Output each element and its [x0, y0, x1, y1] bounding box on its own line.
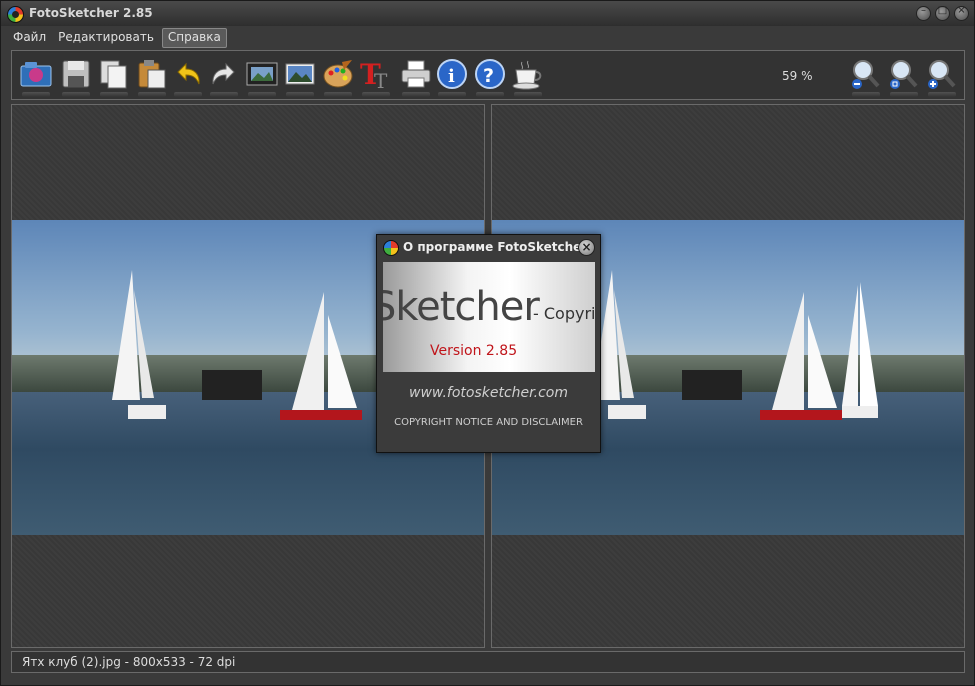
help-icon: ? [475, 59, 505, 89]
version-label: Version 2.85 [430, 343, 518, 359]
print-button[interactable] [400, 58, 432, 97]
zoom-in-button[interactable] [926, 58, 958, 97]
paste-icon [138, 60, 166, 89]
menu-edit[interactable]: Редактировать [54, 28, 158, 48]
undo-icon [177, 62, 200, 85]
banner-logo: Sketcher [383, 284, 540, 330]
zoom-in-icon [928, 60, 956, 89]
svg-text:?: ? [483, 65, 494, 87]
open-button[interactable] [20, 58, 52, 97]
svg-text:T: T [374, 69, 388, 90]
landscape-icon [285, 63, 315, 85]
palette-icon [323, 60, 353, 88]
about-dialog: О программе FotoSketcher × Sketcher - Co… [376, 234, 601, 453]
status-bar: Ятх клуб (2).jpg - 800x533 - 72 dpi [11, 651, 965, 673]
close-icon: × [581, 240, 592, 254]
dialog-close-button[interactable]: × [578, 239, 595, 256]
copy-button[interactable] [98, 58, 130, 97]
window-title: FotoSketcher 2.85 [29, 6, 153, 20]
filmstrip-icon [246, 62, 278, 86]
dialog-title: О программе FotoSketcher [403, 240, 588, 254]
menu-help[interactable]: Справка [161, 28, 227, 48]
banner-copyright: - Copyrig [533, 304, 595, 323]
text-icon: TT [360, 58, 388, 93]
zoom-level: 59 % [782, 69, 813, 83]
zoom-out-icon [852, 60, 880, 89]
app-window: FotoSketcher 2.85 – □ × Файл Редактирова… [0, 0, 975, 686]
zoom-fit-button[interactable] [888, 58, 920, 97]
paste-button[interactable] [136, 58, 168, 97]
save-icon [62, 60, 90, 88]
minimize-button[interactable]: – [916, 5, 931, 21]
menu-bar: Файл Редактировать Справка [9, 28, 227, 48]
undo-button[interactable] [172, 58, 204, 97]
toolbar: TT i ? 59 % [11, 50, 965, 100]
website-link[interactable]: www.fotosketcher.com [377, 385, 600, 401]
about-button[interactable]: i [436, 58, 468, 97]
close-button[interactable]: × [954, 5, 969, 21]
close-icon: × [957, 5, 966, 16]
coffee-icon [512, 60, 542, 90]
save-button[interactable] [60, 58, 92, 97]
print-icon [401, 60, 431, 88]
info-icon: i [437, 59, 467, 89]
app-logo-icon [7, 6, 24, 23]
image-button[interactable] [284, 58, 316, 97]
minimize-icon: – [921, 5, 926, 16]
copy-icon [100, 60, 127, 89]
text-button[interactable]: TT [360, 58, 392, 97]
batch-button[interactable] [246, 58, 278, 97]
open-image-icon [20, 62, 52, 87]
svg-text:i: i [448, 66, 455, 87]
status-text: Ятх клуб (2).jpg - 800x533 - 72 dpi [22, 655, 236, 669]
redo-button[interactable] [208, 58, 240, 97]
donate-button[interactable] [512, 58, 544, 97]
effects-button[interactable] [322, 58, 354, 97]
zoom-fit-icon [890, 60, 918, 89]
menu-file[interactable]: Файл [9, 28, 50, 48]
zoom-out-button[interactable] [850, 58, 882, 97]
maximize-icon: □ [937, 5, 948, 16]
redo-icon [212, 62, 235, 85]
copyright-notice-link[interactable]: COPYRIGHT NOTICE AND DISCLAIMER [377, 417, 600, 428]
title-bar[interactable]: FotoSketcher 2.85 – □ × [1, 1, 974, 26]
about-banner: Sketcher - Copyrig Version 2.85 [383, 262, 595, 372]
help-button[interactable]: ? [474, 58, 506, 97]
app-logo-icon [383, 240, 399, 256]
maximize-button[interactable]: □ [935, 5, 950, 21]
